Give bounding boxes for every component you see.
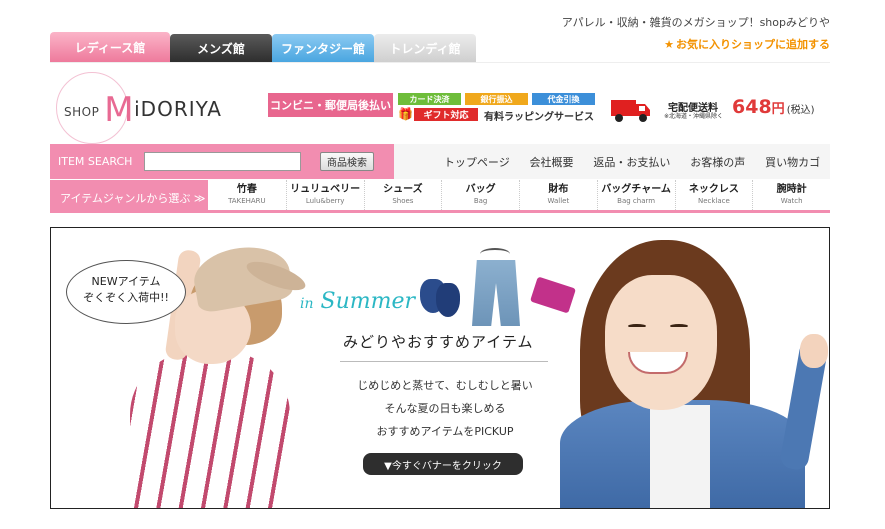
banner-copy-2: そんな夏の日も楽しめる bbox=[384, 402, 506, 415]
banner-copy-3: おすすめアイテムをPICKUP bbox=[376, 425, 514, 438]
tab-mens[interactable]: メンズ館 bbox=[170, 34, 272, 62]
genre-en: Shoes bbox=[392, 197, 414, 205]
genre-takeharu[interactable]: 竹春 TAKEHARU bbox=[208, 180, 286, 210]
logo-rest: iDORIYA bbox=[134, 97, 222, 121]
summer-title: in Summer bbox=[300, 289, 415, 314]
genre-necklace[interactable]: ネックレス Necklace bbox=[674, 180, 753, 210]
nav-company[interactable]: 会社概要 bbox=[530, 154, 574, 170]
genre-shoes[interactable]: シューズ Shoes bbox=[363, 180, 442, 210]
bank-transfer-badge: 銀行振込 bbox=[465, 93, 528, 105]
price-value: 648 bbox=[732, 96, 772, 118]
wrapping-service: 有料ラッピングサービス bbox=[484, 112, 594, 123]
truck-icon bbox=[611, 100, 650, 122]
search-input[interactable] bbox=[144, 152, 301, 171]
logo-shop: SHOP bbox=[64, 105, 100, 119]
tab-trendy[interactable]: トレンディ館 bbox=[374, 34, 476, 62]
genre-ja: 財布 bbox=[548, 184, 569, 195]
genre-items: 竹春 TAKEHARU リュリュベリー Lulu&berry シューズ Shoes バ… bbox=[208, 180, 830, 210]
cod-badge: 代金引換 bbox=[532, 93, 595, 105]
genre-en: Bag charm bbox=[617, 197, 656, 205]
bubble-line1: NEWアイテム bbox=[91, 275, 161, 288]
new-item-bubble: NEWアイテム ぞくぞく入荷中!! bbox=[66, 260, 186, 324]
heading-underline bbox=[340, 361, 548, 362]
shop-tabs: レディース館 メンズ館 ファンタジー館 トレンディ館 bbox=[50, 32, 476, 62]
model-right-face bbox=[605, 275, 717, 410]
genre-ja: 腕時計 bbox=[776, 184, 807, 195]
genre-en: Bag bbox=[473, 197, 488, 205]
model-left-shirt bbox=[130, 352, 290, 508]
tab-divider bbox=[50, 62, 830, 63]
tab-ladies[interactable]: レディース館 bbox=[50, 32, 170, 62]
nav-cart[interactable]: 買い物カゴ bbox=[765, 154, 820, 170]
genre-ja: バッグ bbox=[465, 184, 496, 195]
top-nav: トップページ 会社概要 返品・お支払い お客様の声 買い物カゴ bbox=[394, 144, 830, 179]
delivery-note: ※北海道・沖縄県除く bbox=[664, 113, 724, 120]
price-tax: (税込) bbox=[786, 105, 815, 116]
nav-customer-voice[interactable]: お客様の声 bbox=[690, 154, 745, 170]
card-payment-badge: カード決済 bbox=[398, 93, 461, 105]
genre-en: Watch bbox=[780, 197, 803, 205]
model-right-hand bbox=[800, 334, 828, 368]
model-right-eye bbox=[670, 324, 688, 328]
add-favorite-label: お気に入りショップに追加する bbox=[676, 38, 830, 51]
shoe-product bbox=[436, 283, 460, 317]
search-label: ITEM SEARCH bbox=[58, 155, 133, 168]
search-button[interactable]: 商品検索 bbox=[320, 152, 374, 171]
genre-ja: バッグチャーム bbox=[601, 184, 671, 195]
genre-ja: シューズ bbox=[383, 184, 423, 195]
genre-en: Wallet bbox=[547, 197, 570, 205]
summer-word: Summer bbox=[320, 289, 416, 314]
genre-en: Lulu&berry bbox=[305, 197, 345, 205]
genre-wallet[interactable]: 財布 Wallet bbox=[519, 180, 597, 210]
genre-label: アイテムジャンルから選ぶ ≫ bbox=[60, 192, 206, 205]
star-icon: ★ bbox=[664, 38, 674, 51]
banner-copy-1: じめじめと蒸せて、むしむしと暑い bbox=[357, 379, 533, 392]
bubble-line2: ぞくぞく入荷中!! bbox=[83, 291, 169, 304]
genre-ja: 竹春 bbox=[236, 184, 257, 195]
model-right-inner bbox=[650, 405, 710, 508]
genre-ja: ネックレス bbox=[688, 184, 739, 195]
genre-watch[interactable]: 腕時計 Watch bbox=[752, 180, 830, 210]
hanger bbox=[480, 248, 510, 260]
gift-badge: ギフト対応 bbox=[414, 108, 478, 121]
nav-returns-payment[interactable]: 返品・お支払い bbox=[593, 154, 670, 170]
conveni-payment-badge: コンビニ・郵便局後払い bbox=[268, 93, 393, 117]
price-unit: 円 bbox=[771, 102, 785, 117]
genre-en: TAKEHARU bbox=[228, 197, 266, 205]
genre-luluberry[interactable]: リュリュベリー Lulu&berry bbox=[285, 180, 364, 210]
site-tagline: アパレル・収納・雑貨のメガショップ！shopみどりや bbox=[561, 16, 830, 29]
banner-cta-button[interactable]: ▼今すぐバナーをクリック bbox=[363, 453, 523, 475]
model-right-eye bbox=[628, 324, 646, 328]
nav-top-page[interactable]: トップページ bbox=[444, 154, 510, 170]
genre-bag-charm[interactable]: バッグチャーム Bag charm bbox=[596, 180, 675, 210]
logo-m: M bbox=[104, 90, 135, 130]
genre-ja: リュリュベリー bbox=[290, 184, 361, 195]
genre-bag[interactable]: バッグ Bag bbox=[441, 180, 519, 210]
banner-heading: みどりやおすすめアイテム bbox=[343, 333, 534, 351]
genre-en: Necklace bbox=[697, 197, 730, 205]
add-favorite-link[interactable]: ★ お気に入りショップに追加する bbox=[600, 36, 830, 52]
summer-in: in bbox=[300, 296, 314, 312]
shipping-price: 648円 (税込) bbox=[732, 96, 815, 118]
tab-fantasy[interactable]: ファンタジー館 bbox=[272, 34, 374, 62]
shop-logo[interactable]: SHOP MiDORIYA bbox=[64, 90, 222, 130]
gift-icon: 🎁 bbox=[398, 107, 413, 121]
